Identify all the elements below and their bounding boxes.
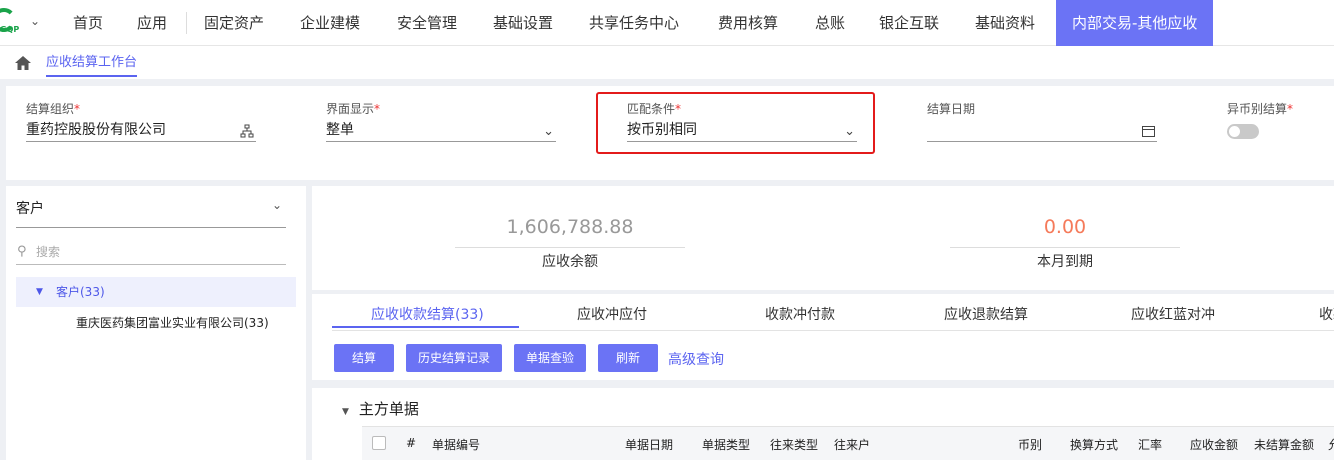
column-header-doc-type[interactable]: 单据类型 bbox=[702, 436, 750, 453]
divider bbox=[455, 247, 685, 248]
tab-receivable-offset-payable[interactable]: 应收冲应付 bbox=[577, 304, 647, 330]
calendar-icon[interactable] bbox=[1142, 125, 1155, 137]
tree-node-label: 客户(33) bbox=[56, 285, 105, 299]
column-header-conversion[interactable]: 换算方式 bbox=[1070, 436, 1118, 453]
tab-receipt-more[interactable]: 收款 bbox=[1319, 304, 1334, 330]
tree-node-customers[interactable]: ▼ 客户(33) bbox=[16, 277, 296, 307]
nav-item-shared-tasks[interactable]: 共享任务中心 bbox=[589, 0, 679, 46]
nav-item-apps[interactable]: 应用 bbox=[137, 0, 167, 46]
match-condition-value: 按币别相同 bbox=[627, 122, 697, 138]
display-select-value: 整单 bbox=[326, 122, 354, 138]
search-placeholder: 搜索 bbox=[36, 245, 61, 259]
column-header-counterparty[interactable]: 往来户 bbox=[834, 436, 870, 453]
receivable-balance-label: 应收余额 bbox=[542, 254, 598, 270]
tab-baseline bbox=[332, 330, 1334, 331]
nav-item-home[interactable]: 首页 bbox=[73, 0, 103, 46]
logo-text: GQP bbox=[0, 25, 20, 34]
column-header-currency[interactable]: 币别 bbox=[1018, 436, 1042, 453]
column-header-counterparty-type[interactable]: 往来类型 bbox=[770, 436, 818, 453]
display-field-label: 界面显示* bbox=[326, 102, 381, 116]
column-header-receivable-amount[interactable]: 应收金额 bbox=[1190, 436, 1238, 453]
settlement-date-input[interactable] bbox=[927, 120, 1157, 142]
company-logo[interactable]: GQP bbox=[0, 6, 20, 36]
receivable-balance-value: 1,606,788.88 bbox=[506, 216, 634, 238]
search-input[interactable]: ⚲ 搜索 bbox=[16, 241, 286, 265]
nav-item-basic-settings[interactable]: 基础设置 bbox=[493, 0, 553, 46]
divider bbox=[950, 247, 1180, 248]
settle-button[interactable]: 结算 bbox=[334, 344, 394, 372]
org-field-label: 结算组织* bbox=[26, 102, 81, 116]
nav-item-expense-accounting[interactable]: 费用核算 bbox=[718, 0, 778, 46]
caret-down-icon[interactable]: ▼ bbox=[36, 277, 43, 307]
top-navigation-bar: GQP ⌄ 首页 应用 固定资产 企业建模 安全管理 基础设置 共享任务中心 费… bbox=[0, 0, 1334, 46]
select-all-checkbox[interactable] bbox=[372, 436, 386, 450]
caret-down-icon[interactable]: ▼ bbox=[342, 407, 349, 417]
nav-item-general-ledger[interactable]: 总账 bbox=[815, 0, 845, 46]
divider bbox=[16, 227, 286, 228]
active-tab-indicator bbox=[332, 326, 519, 328]
column-header-doc-no[interactable]: 单据编号 bbox=[432, 436, 480, 453]
nav-item-internal-receivables[interactable]: 内部交易-其他应收 bbox=[1056, 0, 1214, 46]
org-field-value: 重药控股股份有限公司 bbox=[26, 122, 166, 138]
customer-tree-panel: 客户 ⌄ ⚲ 搜索 ▼ 客户(33) 重庆医药集团富业实业有限公司(33) bbox=[6, 186, 306, 460]
cross-currency-label: 异币别结算* bbox=[1227, 102, 1294, 116]
breadcrumb: 应收结算工作台 bbox=[0, 46, 1334, 79]
filter-panel: 结算组织* 重药控股股份有限公司 界面显示* 整单 ⌄ 匹配条件* 按币别相同 … bbox=[6, 86, 1334, 180]
cross-currency-toggle[interactable] bbox=[1227, 124, 1259, 139]
nav-item-security[interactable]: 安全管理 bbox=[397, 0, 457, 46]
chevron-down-icon[interactable]: ⌄ bbox=[272, 198, 282, 212]
date-field-label: 结算日期 bbox=[927, 102, 976, 116]
advanced-search-link[interactable]: 高级查询 bbox=[668, 349, 724, 369]
org-field[interactable]: 重药控股股份有限公司 bbox=[26, 120, 256, 142]
tab-settlement-workbench[interactable]: 应收结算工作台 bbox=[46, 46, 138, 77]
chevron-down-icon[interactable]: ⌄ bbox=[30, 14, 40, 28]
tab-receipt-offset-payment[interactable]: 收款冲付款 bbox=[765, 304, 835, 330]
nav-divider bbox=[186, 12, 187, 34]
main-documents-grid: ▼ 主方单据 # 单据编号 单据日期 单据类型 往来类型 往来户 币别 换算方式 … bbox=[312, 388, 1334, 460]
chevron-down-icon: ⌄ bbox=[543, 124, 554, 139]
settlement-workpanel: 应收收款结算(33) 应收冲应付 收款冲付款 应收退款结算 应收红蓝对冲 收款 … bbox=[312, 294, 1334, 380]
nav-item-fixed-assets[interactable]: 固定资产 bbox=[204, 0, 264, 46]
match-condition-select[interactable]: 按币别相同 ⌄ bbox=[627, 120, 857, 142]
summary-panel: 1,606,788.88 应收余额 0.00 本月到期 bbox=[312, 186, 1334, 290]
customer-panel-title[interactable]: 客户 bbox=[16, 198, 44, 218]
search-icon: ⚲ bbox=[17, 244, 27, 259]
due-this-month-label: 本月到期 bbox=[1037, 254, 1093, 270]
column-header-more[interactable]: 允 bbox=[1328, 436, 1334, 453]
home-icon[interactable] bbox=[14, 55, 32, 71]
chevron-down-icon: ⌄ bbox=[844, 124, 855, 139]
column-header-rate[interactable]: 汇率 bbox=[1138, 436, 1162, 453]
display-select[interactable]: 整单 ⌄ bbox=[326, 120, 556, 142]
tree-node-customer[interactable]: 重庆医药集团富业实业有限公司(33) bbox=[76, 314, 269, 331]
tab-refund-settlement[interactable]: 应收退款结算 bbox=[944, 304, 1028, 330]
document-check-button[interactable]: 单据查验 bbox=[514, 344, 586, 372]
section-title[interactable]: ▼ 主方单据 bbox=[342, 398, 419, 419]
grid-header-row: # 单据编号 单据日期 单据类型 往来类型 往来户 币别 换算方式 汇率 应收金… bbox=[362, 426, 1334, 460]
nav-item-basic-data[interactable]: 基础资料 bbox=[975, 0, 1035, 46]
refresh-button[interactable]: 刷新 bbox=[598, 344, 658, 372]
column-header-unsettled-amount[interactable]: 未结算金额 bbox=[1254, 436, 1314, 453]
history-button[interactable]: 历史结算记录 bbox=[406, 344, 502, 372]
tab-red-blue-offset[interactable]: 应收红蓝对冲 bbox=[1131, 304, 1215, 330]
column-header-doc-date[interactable]: 单据日期 bbox=[625, 436, 673, 453]
nav-item-enterprise-modeling[interactable]: 企业建模 bbox=[300, 0, 360, 46]
due-this-month-value: 0.00 bbox=[1043, 216, 1087, 238]
org-tree-icon[interactable] bbox=[240, 124, 254, 138]
match-field-label: 匹配条件* bbox=[627, 102, 682, 116]
column-header-index: # bbox=[406, 436, 417, 450]
nav-item-bank-enterprise[interactable]: 银企互联 bbox=[879, 0, 939, 46]
